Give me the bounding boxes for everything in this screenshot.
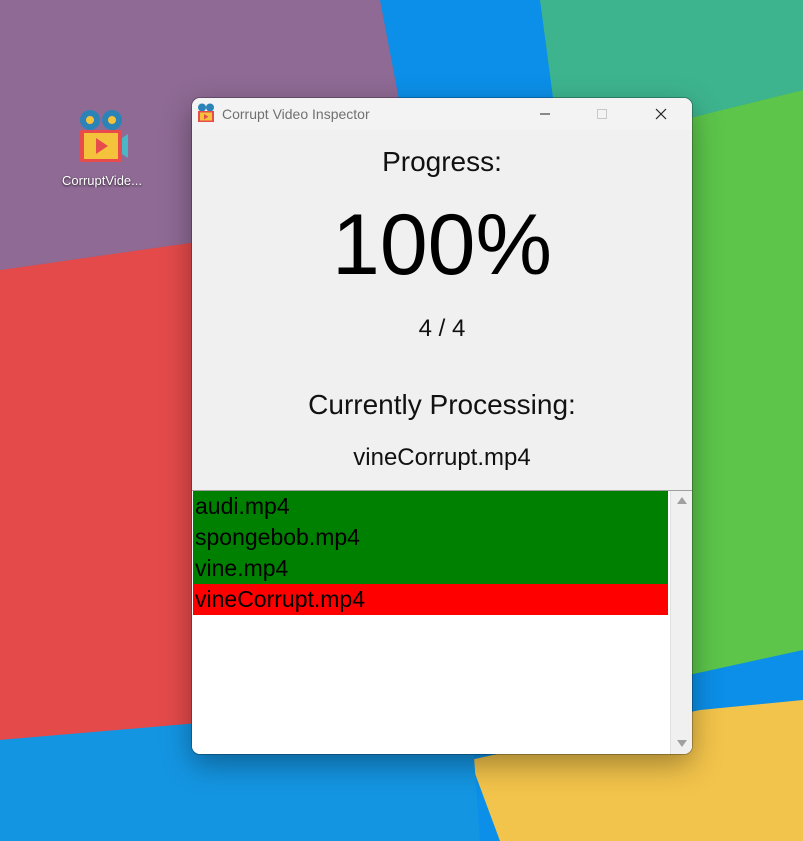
app-window: Corrupt Video Inspector Progress: 100% 4… — [192, 98, 692, 754]
desktop-shortcut-corrupt-video-inspector[interactable]: CorruptVide... — [52, 104, 152, 196]
list-item-ok[interactable]: audi.mp4 — [193, 491, 668, 522]
list-item-corrupt[interactable]: vineCorrupt.mp4 — [193, 584, 668, 615]
close-icon — [655, 108, 667, 120]
minimize-button[interactable] — [522, 98, 568, 130]
listbox-scrollbar[interactable] — [670, 491, 692, 754]
file-listbox[interactable]: audi.mp4 spongebob.mp4 vine.mp4 vineCorrupt… — [192, 490, 692, 754]
scroll-down-arrow-icon[interactable] — [677, 739, 687, 749]
desktop-shortcut-label: CorruptVide... — [62, 173, 142, 188]
currently-processing-label: Currently Processing: — [308, 389, 576, 420]
app-icon — [198, 103, 214, 122]
progress-percent: 100% — [332, 197, 552, 293]
maximize-button[interactable] — [579, 98, 625, 130]
minimize-icon — [540, 113, 550, 115]
close-button[interactable] — [638, 98, 684, 130]
window-title: Corrupt Video Inspector — [222, 106, 370, 122]
current-file-name: vineCorrupt.mp4 — [353, 444, 531, 471]
scroll-up-arrow-icon[interactable] — [677, 495, 687, 505]
progress-count: 4 / 4 — [418, 315, 466, 342]
progress-label: Progress: — [382, 146, 502, 177]
file-list: audi.mp4 spongebob.mp4 vine.mp4 vineCorrupt… — [193, 491, 668, 615]
video-camera-icon — [80, 110, 128, 162]
title-bar[interactable]: Corrupt Video Inspector — [192, 98, 692, 130]
maximize-icon — [597, 109, 607, 119]
list-item-ok[interactable]: vine.mp4 — [193, 553, 668, 584]
list-item-ok[interactable]: spongebob.mp4 — [193, 522, 668, 553]
